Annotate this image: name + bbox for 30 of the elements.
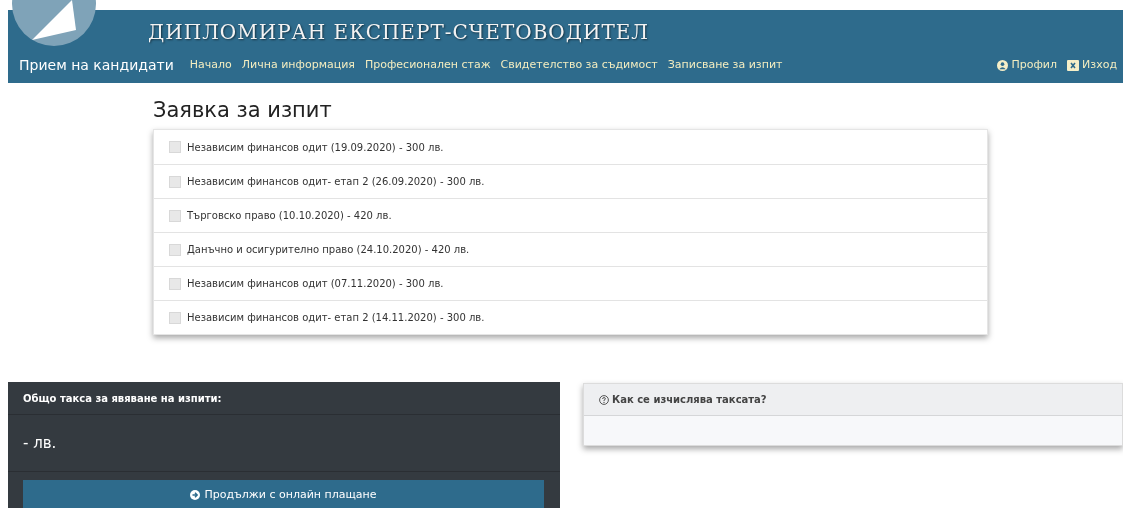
nav-link[interactable]: Свидетелство за съдимост	[500, 57, 658, 74]
exam-option[interactable]: Независим финансов одит (07.11.2020) - 300 лв.	[154, 266, 987, 300]
close-icon	[1067, 60, 1080, 71]
exam-option[interactable]: Независим финансов одит- етап 2 (26.09.2020) - 300 лв.	[154, 164, 987, 198]
fee-amount: - лв.	[23, 432, 57, 454]
nav-link[interactable]: Записване за изпит	[667, 57, 783, 74]
checkbox[interactable]	[169, 311, 181, 324]
checkbox[interactable]	[169, 175, 181, 188]
panel-title: Как се изчислява таксата?	[612, 393, 767, 407]
checkbox[interactable]	[169, 141, 181, 153]
nav-link[interactable]: Професионален стаж	[364, 57, 491, 74]
exam-option[interactable]: Независим финансов одит- етап 2 (14.11.2020) - 300 лв.	[154, 300, 987, 334]
arrow-circle-icon	[190, 490, 201, 500]
pay-online-button[interactable]: Продължи с онлайн плащане	[23, 480, 544, 508]
checkbox[interactable]	[169, 243, 181, 256]
panel-title: Общо такса за явяване на изпити:	[23, 391, 222, 406]
exam-option[interactable]: Независим финансов одит (19.09.2020) - 300 лв.	[154, 130, 987, 164]
nav-link[interactable]: Изход	[1067, 57, 1117, 74]
help-icon	[599, 394, 609, 405]
page-heading: Заявка за изпит	[153, 97, 333, 123]
checkbox[interactable]	[169, 277, 181, 290]
nav-link[interactable]: Начало	[189, 57, 232, 74]
user-icon	[997, 60, 1009, 71]
nav-link[interactable]: Профил	[997, 57, 1058, 74]
nav-link[interactable]: Лична информация	[241, 57, 355, 74]
brand-link[interactable]: Прием на кандидати	[19, 55, 174, 76]
exam-option[interactable]: Данъчно и осигурително право (24.10.2020) - 420 лв.	[154, 232, 987, 266]
checkbox[interactable]	[169, 209, 181, 222]
site-title: ДИПЛОМИРАН ЕКСПЕРТ-СЧЕТОВОДИТЕЛ	[148, 22, 650, 46]
exam-option[interactable]: Търговско право (10.10.2020) - 420 лв.	[154, 198, 987, 232]
